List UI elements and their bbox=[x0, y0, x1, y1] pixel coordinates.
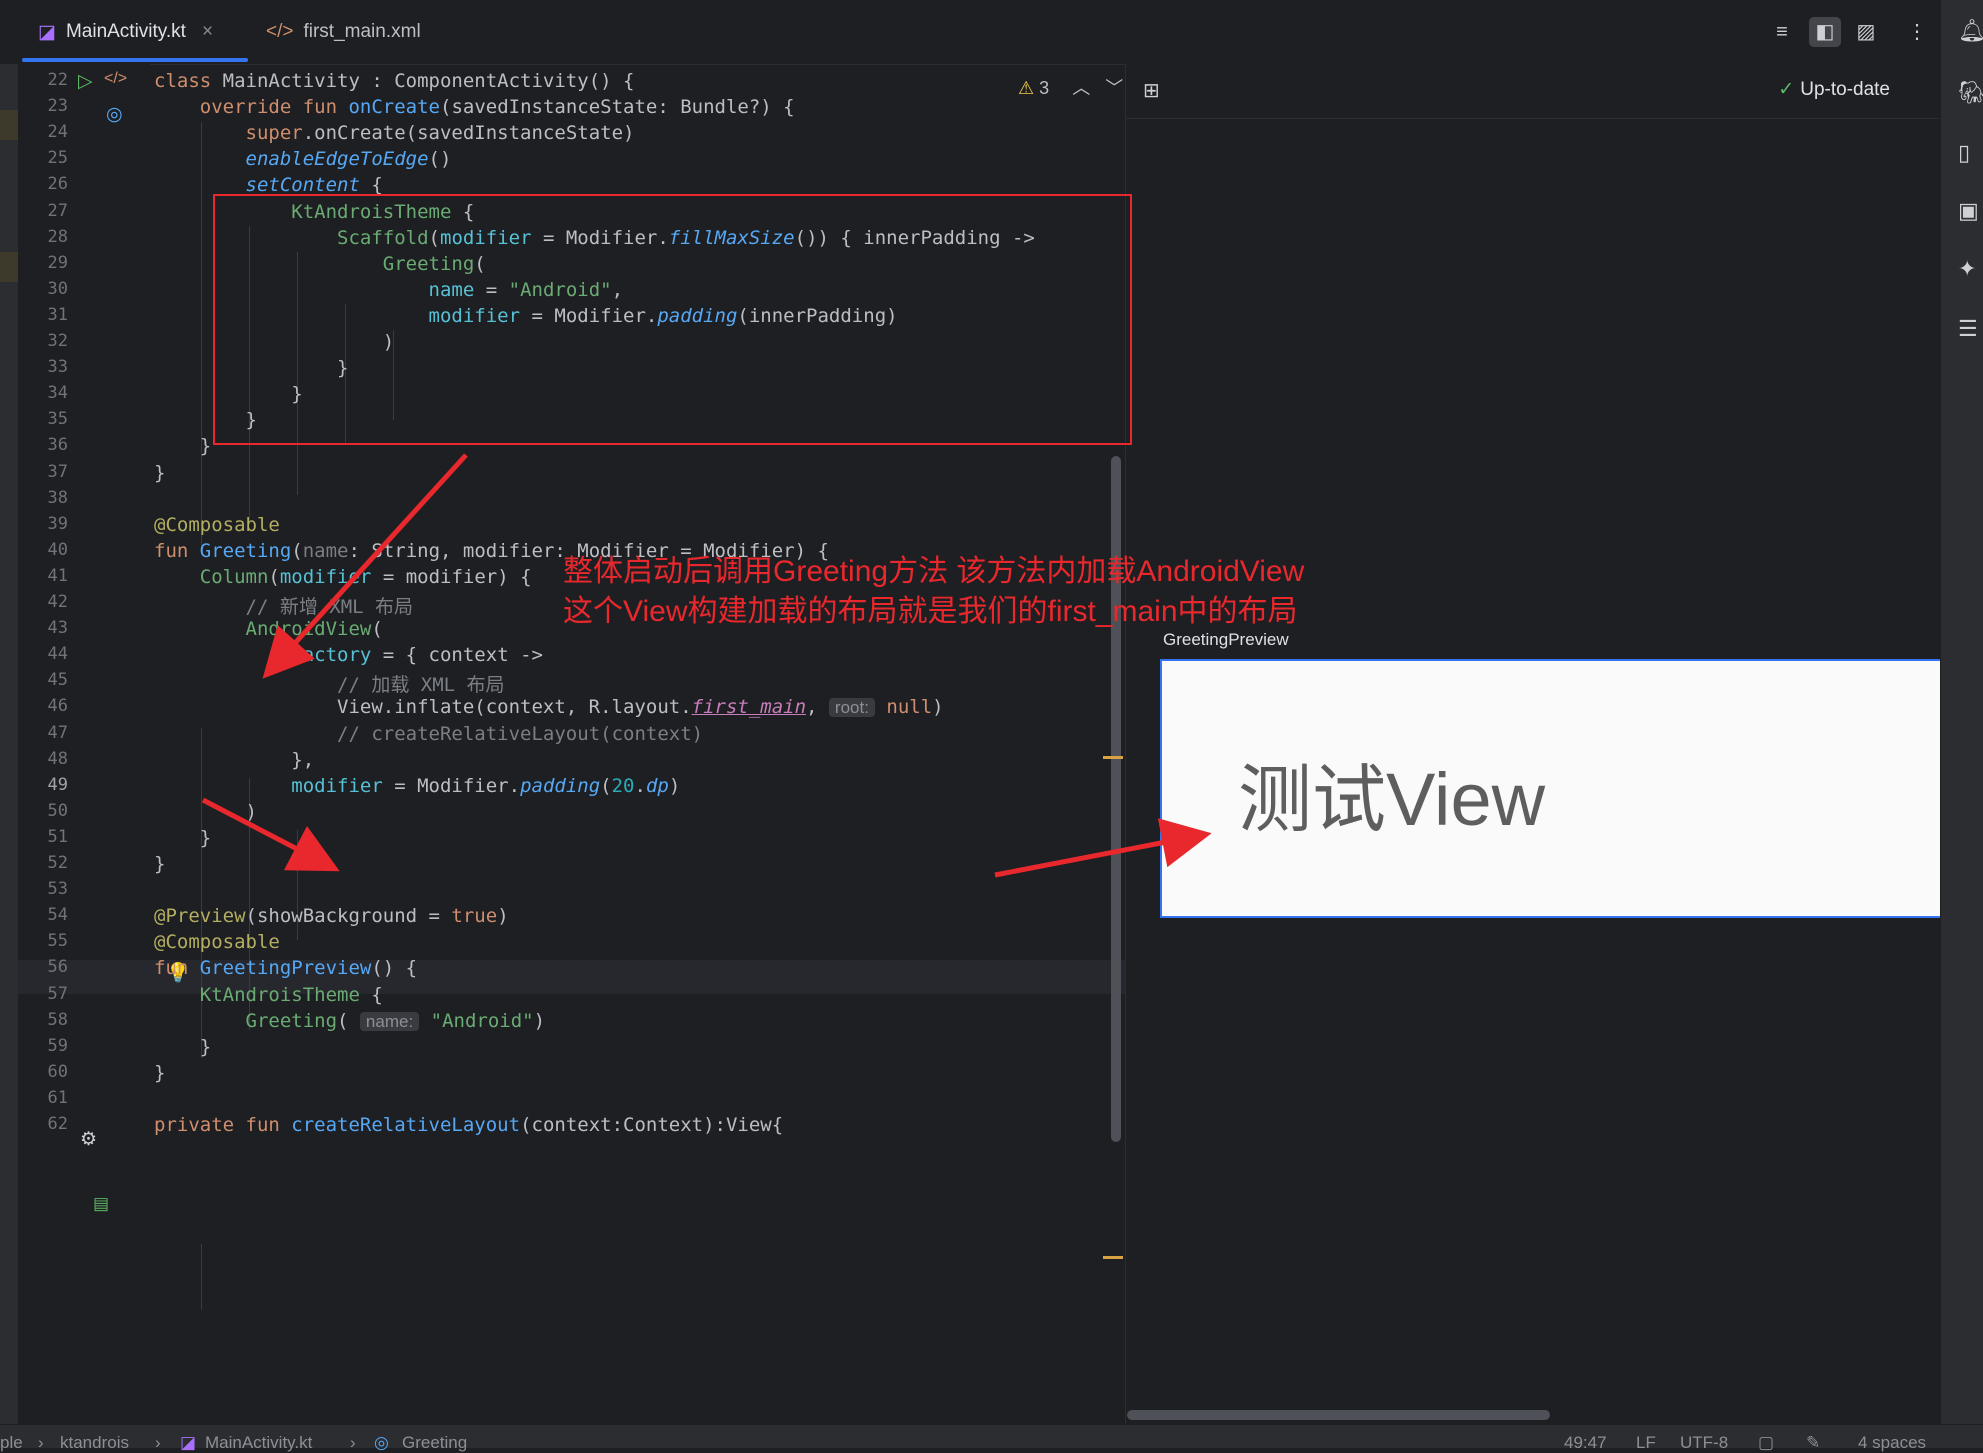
breadcrumb-item[interactable]: MainActivity.kt bbox=[205, 1433, 312, 1453]
read-only-icon[interactable]: ▢ bbox=[1758, 1433, 1774, 1453]
inspector-icon[interactable]: ✎ bbox=[1806, 1433, 1820, 1453]
file-encoding[interactable]: UTF-8 bbox=[1680, 1433, 1728, 1453]
status-bar: ple › ktandrois › ◪ MainActivity.kt › ◎ … bbox=[0, 1424, 1983, 1452]
breadcrumb-item[interactable]: ktandrois bbox=[60, 1433, 129, 1453]
function-icon: ◎ bbox=[374, 1433, 389, 1452]
indent-setting[interactable]: 4 spaces bbox=[1858, 1433, 1926, 1453]
breadcrumb-item[interactable]: Greeting bbox=[402, 1433, 467, 1453]
arrow-to-preview bbox=[994, 818, 1212, 878]
breadcrumb-item[interactable]: ple bbox=[0, 1433, 23, 1453]
breadcrumb-separator: › bbox=[155, 1433, 161, 1452]
caret-position[interactable]: 49:47 bbox=[1564, 1433, 1607, 1453]
line-separator[interactable]: LF bbox=[1636, 1433, 1656, 1453]
annotation-arrows bbox=[201, 453, 1212, 878]
arrow-to-inflate bbox=[201, 797, 340, 872]
kotlin-file-icon: ◪ bbox=[180, 1433, 197, 1452]
breadcrumb-separator: › bbox=[38, 1433, 44, 1452]
breadcrumb-separator: › bbox=[350, 1433, 356, 1452]
arrow-to-greeting bbox=[262, 453, 468, 679]
